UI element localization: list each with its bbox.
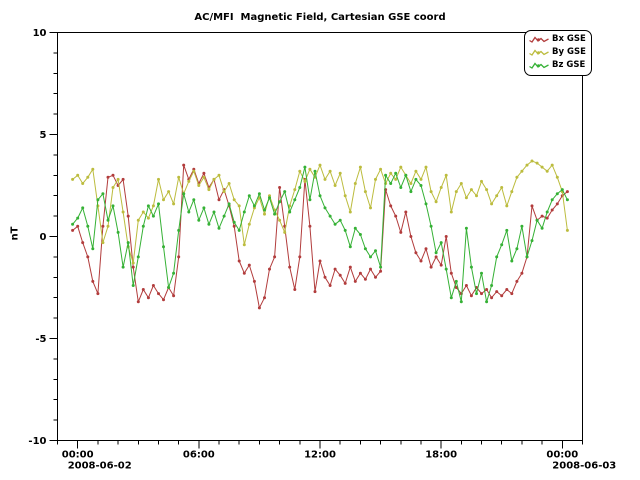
y-axis-ticks bbox=[50, 33, 58, 441]
svg-text:00:00: 00:00 bbox=[546, 450, 578, 461]
legend-item-bx: Bx GSE bbox=[529, 33, 586, 46]
svg-text:00:00: 00:00 bbox=[62, 450, 94, 461]
svg-text:-10: -10 bbox=[28, 436, 46, 447]
y-axis-tick-labels: 10 5 0 -5 -10 bbox=[28, 28, 46, 447]
series-bx-gse bbox=[71, 164, 569, 310]
legend-label-bx: Bx GSE bbox=[552, 35, 586, 44]
svg-text:2008-06-02: 2008-06-02 bbox=[68, 461, 132, 472]
legend-item-bz: Bz GSE bbox=[529, 59, 586, 72]
legend: Bx GSE By GSE Bz GSE bbox=[524, 30, 592, 76]
series-bz-gse bbox=[71, 166, 569, 304]
svg-text:-5: -5 bbox=[35, 334, 46, 345]
x-axis-ticks bbox=[58, 441, 583, 449]
svg-text:10: 10 bbox=[33, 28, 47, 39]
legend-line-sample-bz-icon bbox=[529, 61, 549, 70]
svg-text:5: 5 bbox=[40, 130, 47, 141]
legend-label-by: By GSE bbox=[552, 48, 586, 57]
svg-text:18:00: 18:00 bbox=[425, 450, 457, 461]
svg-text:0: 0 bbox=[40, 232, 47, 243]
x-axis-tick-labels: 00:0006:0012:0018:0000:002008-06-022008-… bbox=[62, 450, 617, 472]
svg-text:06:00: 06:00 bbox=[183, 450, 215, 461]
series-by-gse bbox=[71, 160, 569, 265]
legend-line-sample-bx-icon bbox=[529, 35, 549, 44]
legend-label-bz: Bz GSE bbox=[552, 61, 585, 70]
chart-figure: AC/MFI Magnetic Field, Cartesian GSE coo… bbox=[0, 0, 640, 480]
legend-item-by: By GSE bbox=[529, 46, 586, 59]
svg-text:12:00: 12:00 bbox=[304, 450, 336, 461]
svg-text:2008-06-03: 2008-06-03 bbox=[552, 461, 616, 472]
legend-line-sample-by-icon bbox=[529, 48, 549, 57]
